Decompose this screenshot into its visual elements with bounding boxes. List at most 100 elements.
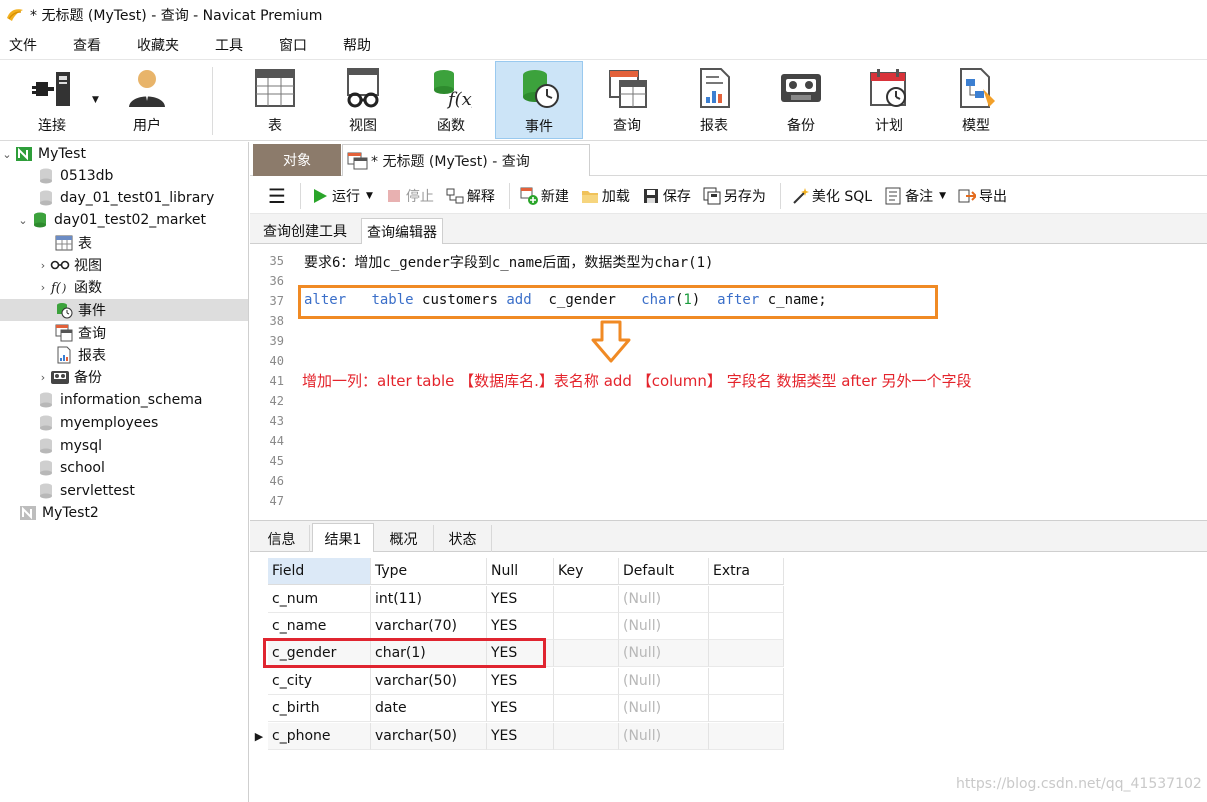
new-button[interactable]: 新建: [520, 186, 569, 206]
expand-chevron-icon[interactable]: ›: [36, 259, 50, 272]
save-as-button[interactable]: 另存为: [703, 186, 766, 206]
view-button[interactable]: 视图: [334, 61, 392, 139]
tree-node-queries[interactable]: 查询: [0, 322, 248, 344]
cell-extra[interactable]: [709, 668, 784, 695]
cell-null[interactable]: YES: [487, 695, 554, 722]
column-header-type[interactable]: Type: [371, 558, 487, 585]
tree-db-0513db[interactable]: 0513db: [0, 165, 248, 187]
cell-type[interactable]: date: [371, 695, 487, 722]
tab-status[interactable]: 状态: [434, 525, 492, 553]
report-button[interactable]: 报表: [685, 61, 743, 139]
tab-result1[interactable]: 结果1: [312, 523, 374, 553]
tab-query-builder[interactable]: 查询创建工具: [258, 218, 352, 244]
cell-key[interactable]: [554, 640, 619, 667]
tree-node-tables[interactable]: 表: [0, 232, 248, 254]
cell-key[interactable]: [554, 695, 619, 722]
user-button[interactable]: 用户: [118, 61, 176, 139]
explain-button[interactable]: 解释: [446, 186, 495, 206]
cell-default[interactable]: (Null): [619, 668, 709, 695]
tree-node-reports[interactable]: 报表: [0, 344, 248, 366]
cell-null[interactable]: YES: [487, 586, 554, 613]
cell-key[interactable]: [554, 668, 619, 695]
tree-db-myemployees[interactable]: myemployees: [0, 412, 248, 434]
table-row[interactable]: c_birth date YES (Null): [250, 695, 784, 722]
load-button[interactable]: 加载: [581, 186, 630, 206]
cell-default[interactable]: (Null): [619, 613, 709, 640]
cell-type[interactable]: varchar(50): [371, 668, 487, 695]
cell-null[interactable]: YES: [487, 723, 554, 750]
tree-db-market[interactable]: ⌄ day01_test02_market: [0, 209, 248, 231]
tree-node-events[interactable]: 事件: [0, 299, 248, 321]
cell-null[interactable]: YES: [487, 613, 554, 640]
menu-window[interactable]: 窗口: [270, 35, 318, 55]
run-dropdown-icon[interactable]: ▼: [366, 191, 373, 201]
cell-type[interactable]: varchar(50): [371, 723, 487, 750]
tree-db-servlettest[interactable]: servlettest: [0, 480, 248, 502]
backup-button[interactable]: 备份: [772, 61, 830, 139]
column-header-default[interactable]: Default: [619, 558, 709, 585]
tab-overview[interactable]: 概况: [374, 525, 434, 553]
expand-chevron-icon[interactable]: ›: [36, 371, 50, 384]
cell-key[interactable]: [554, 613, 619, 640]
cell-default[interactable]: (Null): [619, 586, 709, 613]
save-button[interactable]: 保存: [642, 186, 691, 206]
cell-key[interactable]: [554, 586, 619, 613]
tree-db-library[interactable]: day_01_test01_library: [0, 187, 248, 209]
note-dropdown-icon[interactable]: ▼: [939, 191, 946, 201]
menu-tools[interactable]: 工具: [206, 35, 254, 55]
cell-type[interactable]: int(11): [371, 586, 487, 613]
export-button[interactable]: 导出: [958, 186, 1007, 206]
cell-null[interactable]: YES: [487, 668, 554, 695]
table-row[interactable]: c_city varchar(50) YES (Null): [250, 668, 784, 695]
tree-node-views[interactable]: › 视图: [0, 254, 248, 276]
connect-button[interactable]: 连接: [18, 61, 86, 139]
table-row[interactable]: c_name varchar(70) YES (Null): [250, 613, 784, 640]
sql-editor[interactable]: 35 36 37 38 39 40 41 42 43 44 45 46 47 要…: [250, 244, 1207, 520]
cell-extra[interactable]: [709, 695, 784, 722]
collapse-chevron-icon[interactable]: ⌄: [16, 214, 30, 227]
table-row[interactable]: c_num int(11) YES (Null): [250, 586, 784, 613]
cell-extra[interactable]: [709, 613, 784, 640]
cell-field[interactable]: c_num: [268, 586, 371, 613]
cell-field[interactable]: c_phone: [268, 723, 371, 750]
table-button[interactable]: 表: [246, 61, 304, 139]
tree-db-school[interactable]: school: [0, 457, 248, 479]
connect-dropdown-icon[interactable]: ▼: [92, 95, 99, 105]
tab-info[interactable]: 信息: [254, 525, 310, 553]
tab-objects[interactable]: 对象: [253, 144, 341, 176]
cell-default[interactable]: (Null): [619, 723, 709, 750]
menu-help[interactable]: 帮助: [334, 35, 382, 55]
note-button[interactable]: 备注 ▼: [884, 186, 946, 206]
table-row[interactable]: ▶ c_phone varchar(50) YES (Null): [250, 723, 784, 750]
hamburger-menu-icon[interactable]: ☰: [268, 184, 288, 208]
column-header-null[interactable]: Null: [487, 558, 554, 585]
beautify-sql-button[interactable]: 美化 SQL: [791, 186, 872, 206]
cell-extra[interactable]: [709, 640, 784, 667]
stop-button[interactable]: 停止: [385, 186, 434, 206]
cell-field[interactable]: c_birth: [268, 695, 371, 722]
column-header-key[interactable]: Key: [554, 558, 619, 585]
run-button[interactable]: 运行 ▼: [311, 186, 373, 206]
cell-field[interactable]: c_name: [268, 613, 371, 640]
cell-field[interactable]: c_city: [268, 668, 371, 695]
cell-default[interactable]: (Null): [619, 695, 709, 722]
tab-query[interactable]: * 无标题 (MyTest) - 查询: [342, 144, 590, 176]
cell-extra[interactable]: [709, 723, 784, 750]
tree-connection-mytest[interactable]: ⌄ MyTest: [0, 143, 248, 165]
menu-favorites[interactable]: 收藏夹: [128, 35, 190, 55]
schedule-button[interactable]: 计划: [860, 61, 918, 139]
event-button[interactable]: 事件: [495, 61, 583, 139]
tree-node-functions[interactable]: › f() 函数: [0, 276, 248, 298]
cell-default[interactable]: (Null): [619, 640, 709, 667]
cell-extra[interactable]: [709, 586, 784, 613]
tab-query-editor[interactable]: 查询编辑器: [361, 218, 443, 244]
query-button[interactable]: 查询: [598, 61, 656, 139]
menu-view[interactable]: 查看: [64, 35, 112, 55]
tree-db-mysql[interactable]: mysql: [0, 435, 248, 457]
function-button[interactable]: f(x) 函数: [422, 61, 480, 139]
collapse-chevron-icon[interactable]: ⌄: [0, 148, 14, 161]
tree-connection-mytest2[interactable]: MyTest2: [0, 502, 248, 524]
tree-db-information-schema[interactable]: information_schema: [0, 389, 248, 411]
cell-type[interactable]: varchar(70): [371, 613, 487, 640]
expand-chevron-icon[interactable]: ›: [36, 281, 50, 294]
